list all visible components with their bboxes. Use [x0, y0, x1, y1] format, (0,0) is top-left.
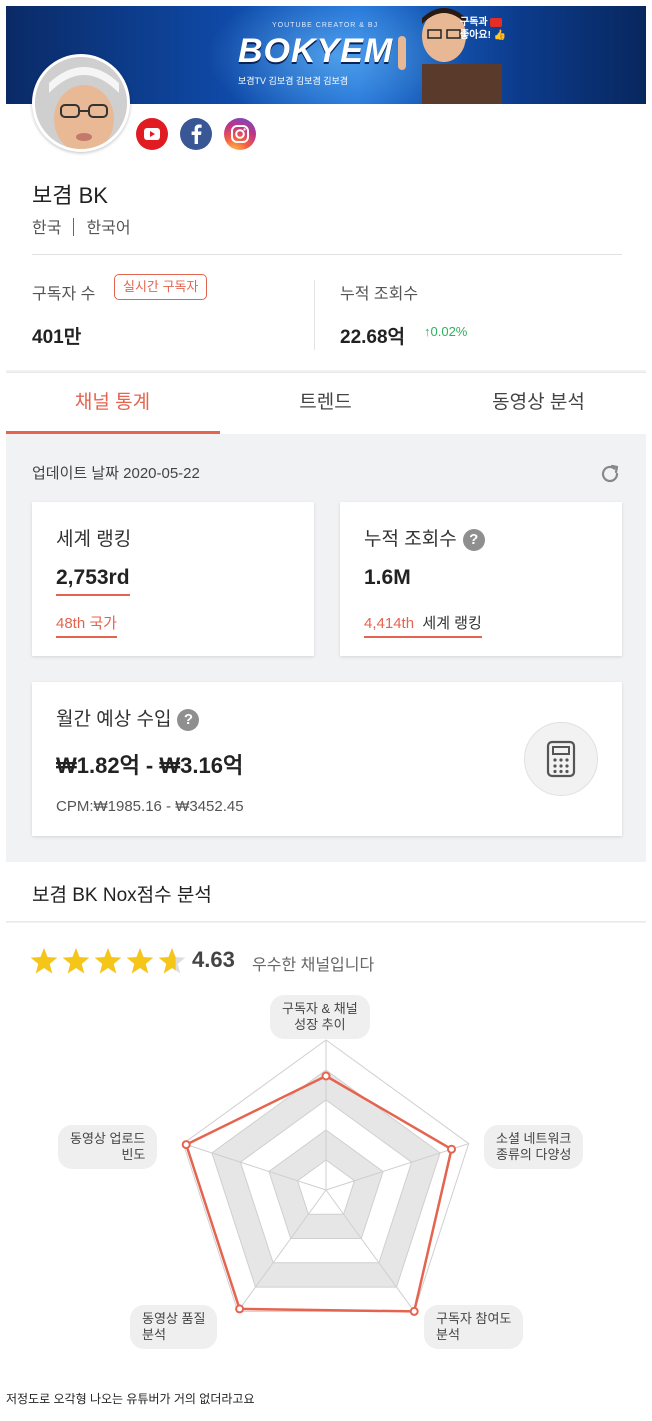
total-views-value: 22.68억 [340, 327, 406, 348]
app-screen: YOUTUBE CREATOR & BJ BOKYEM 보겸TV 김보겸 김보겸… [6, 6, 646, 1386]
help-icon[interactable]: ? [177, 709, 200, 731]
world-rank-value[interactable]: 2,753rd [56, 566, 130, 596]
youtube-icon [490, 17, 503, 27]
channel-language: 한국어 [86, 220, 131, 237]
monthly-income-value: ₩1.82억 - ₩3.16억 [56, 753, 244, 778]
radar-score-point [235, 1304, 245, 1314]
nox-score: 4.63 [192, 947, 235, 972]
facebook-link-icon[interactable] [180, 118, 212, 150]
caption-text: 저정도로 오각형 나오는 유튜버가 거의 없더라고요 [6, 1392, 255, 1406]
world-rank-title: 세계 랭킹 [56, 529, 132, 550]
subscribers-value: 401만 [32, 327, 82, 348]
monthly-income-card: 월간 예상 수입? ₩1.82억 - ₩3.16억 CPM:₩1985.16 -… [32, 682, 622, 836]
radar-label-growth: 구독자 & 채널 성장 추이 [270, 995, 370, 1039]
banner-brand: BOKYEM [238, 32, 394, 70]
views-world-rank-link[interactable]: 4,414th 세계 랭킹 [364, 612, 482, 638]
radar-label-engagement: 구독자 참여도 분석 [424, 1305, 524, 1349]
nox-analysis-body: 4.63 우수한 채널입니다 구독자 & 채널 성장 추이 소셜 네트워크 종류… [6, 923, 646, 1386]
monthly-income-title: 월간 예상 수입? [56, 704, 200, 731]
channel-meta: 한국 한국어 [32, 214, 131, 238]
radar-score-point [409, 1306, 419, 1316]
avatar-image [35, 57, 127, 149]
total-views-card-title: 누적 조회수? [364, 524, 485, 551]
help-icon[interactable]: ? [462, 529, 485, 551]
tab-bar: 채널 통계 트렌드 동영상 분석 [6, 372, 646, 434]
channel-profile: 보겸 BK 한국 한국어 구독자 수 실시간 구독자 401만 누적 조회수 22… [6, 54, 646, 370]
live-subscribers-button[interactable]: 실시간 구독자 [114, 274, 208, 300]
radar-score-point [447, 1144, 456, 1154]
youtube-link-icon[interactable] [136, 118, 168, 150]
views-growth: ↑0.02% [424, 324, 468, 339]
nox-score-description: 우수한 채널입니다 [252, 957, 375, 974]
star-fill [126, 948, 154, 974]
nox-title: 보겸 BK Nox점수 분석 [32, 885, 212, 906]
active-tab-indicator [6, 431, 220, 434]
country-rank-link[interactable]: 48th 국가 [56, 612, 117, 638]
refresh-icon[interactable] [598, 462, 622, 486]
radar-score-point [181, 1140, 191, 1150]
avatar [32, 54, 130, 152]
channel-country: 한국 [32, 220, 62, 237]
star-fill [30, 948, 58, 974]
total-views-card: 누적 조회수? 1.6M 4,414th 세계 랭킹 [340, 502, 622, 656]
cpm-range: CPM:₩1985.16 - ₩3452.45 [56, 798, 244, 815]
update-date: 업데이트 날짜 2020-05-22 [32, 465, 200, 482]
nox-analysis-header: 보겸 BK Nox점수 분석 [6, 862, 646, 922]
subscribers-label: 구독자 수 [32, 286, 96, 303]
thumbs-up-icon: 👍 [493, 30, 507, 41]
radar-score-point [321, 1071, 331, 1081]
channel-name: 보겸 BK [32, 183, 108, 208]
calculator-button[interactable] [524, 722, 598, 796]
instagram-link-icon[interactable] [224, 118, 256, 150]
calculator-icon [546, 740, 576, 778]
banner-kicker: YOUTUBE CREATOR & BJ [272, 22, 379, 29]
tab-channel-stats[interactable]: 채널 통계 [6, 373, 219, 435]
star-fill [62, 948, 90, 974]
tab-video-analysis[interactable]: 동영상 분석 [432, 373, 645, 435]
radar-label-upload-frequency: 동영상 업로드 빈도 [58, 1125, 158, 1169]
total-views-card-value: 1.6M [364, 566, 411, 589]
banner-subscribe-text: 구독과 좋아요! 👍 [460, 17, 507, 41]
star-fill [94, 948, 122, 974]
radar-label-social-diversity: 소셜 네트워크 종류의 다양성 [484, 1125, 584, 1169]
banner-social-strip: 보겸TV 김보겸 김보겸 김보겸 [238, 76, 349, 86]
world-rank-card: 세계 랭킹 2,753rd 48th 국가 [32, 502, 314, 656]
tab-trend[interactable]: 트렌드 [219, 373, 432, 435]
rating-stars [30, 948, 186, 974]
total-views-label: 누적 조회수 [340, 286, 419, 303]
nox-radar-chart [181, 1039, 470, 1316]
radar-label-video-quality: 동영상 품질 분석 [130, 1305, 218, 1349]
